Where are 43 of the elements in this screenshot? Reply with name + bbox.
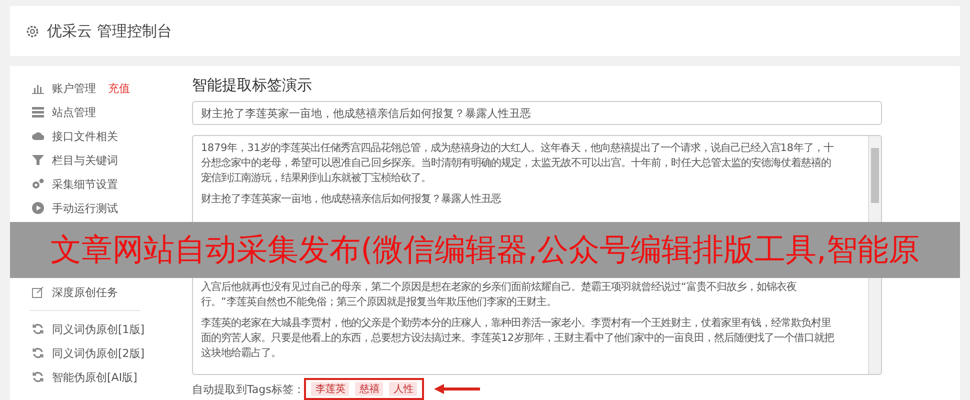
- text-line: 李莲英的老家在大城县李贾村，他的父亲是个勤劳本分的庄稼人，靠种田养活一家老小。李贾村有一个王姓财主，仗着家里有钱，经常欺负村里: [201, 316, 831, 331]
- scrollbar-track[interactable]: [868, 278, 881, 374]
- text-line: 行。”李莲英自然也不能免俗；第三个原因就是报复当年欺压他们李家的王财主。: [201, 295, 556, 310]
- title-banner: 文章网站自动采集发布(微信编辑器,公众号编辑排版工具,智能原: [10, 222, 960, 278]
- sidebar-item[interactable]: 栏目与关键词: [52, 152, 118, 168]
- text-line: 宠信到江南游玩，结果刚到山东就被丁宝桢给砍了。: [201, 171, 431, 186]
- sidebar-item[interactable]: 站点管理: [52, 104, 96, 120]
- play-icon: [32, 202, 44, 214]
- sidebar-item[interactable]: 同义词伪原创[2版]: [52, 346, 145, 360]
- sidebar-item[interactable]: 同义词伪原创[1版]: [52, 322, 145, 336]
- list-icon: [32, 106, 44, 118]
- sidebar-item[interactable]: 账户管理: [52, 80, 96, 96]
- sidebar-item[interactable]: 手动运行测试: [52, 200, 118, 216]
- section-heading: 智能提取标签演示: [192, 76, 313, 95]
- sidebar-item[interactable]: 深度原创任务: [52, 284, 118, 300]
- title-field[interactable]: 财主抢了李莲英家一亩地，他成慈禧亲信后如何报复？暴露人性丑恶: [192, 101, 882, 125]
- refresh-icon: [32, 371, 44, 383]
- edit-icon: [32, 286, 44, 298]
- tag: 李莲英: [311, 382, 350, 396]
- sidebar-item[interactable]: 接口文件相关: [52, 128, 118, 144]
- tag: 人性: [389, 382, 418, 396]
- gears-icon: [32, 178, 44, 190]
- bar-chart-icon: [32, 82, 44, 94]
- tag: 慈禧: [355, 382, 384, 396]
- arrow-icon: [432, 383, 482, 395]
- filter-icon: [32, 154, 44, 166]
- text-line: 1879年，31岁的李莲英出任储秀宫四品花翎总管，成为慈禧身边的大红人。这年春天，他向慈禧提出了一个请求，说自己已经入宫18年了，十: [201, 141, 834, 156]
- text-line: 这块地给霸占了。: [201, 346, 281, 361]
- cloud-upload-icon: [32, 130, 44, 142]
- refresh-icon: [32, 323, 44, 335]
- text-line: 分想念家中的老母，希望可以恩准自己回乡探亲。当时清朝有明确的规定，太监无故不可以出宫。十年前，时任大总管太监的安德海仗着慈禧的: [201, 156, 831, 171]
- refresh-icon: [32, 347, 44, 359]
- scrollbar[interactable]: [868, 136, 881, 222]
- settings-icon: [26, 24, 39, 38]
- console-title: 优采云 管理控制台: [47, 22, 172, 40]
- content-field[interactable]: [192, 278, 882, 375]
- recharge-link[interactable]: 充值: [108, 80, 130, 96]
- sidebar-item[interactable]: 智能伪原创[AI版]: [52, 370, 138, 384]
- text-line: 面的穷苦人家。只要是他看上的东西，总要想方设法搞过来。李莲英12岁那年，王财主看中了他们家中的一亩良田，然后随便找了一个借口就把: [201, 331, 834, 346]
- tags-label: 自动提取到Tags标签：: [192, 382, 304, 396]
- text-line: 入宫后他就再也没有见过自己的母亲，第二个原因是想在老家的乡亲们面前炫耀自己。楚霸王项羽就曾经说过“富贵不归故乡，如锦衣夜: [201, 280, 796, 295]
- text-line: 财主抢了李莲英家一亩地，他成慈禧亲信后如何报复？暴露人性丑恶: [201, 192, 501, 207]
- sidebar-item[interactable]: 采集细节设置: [52, 176, 118, 192]
